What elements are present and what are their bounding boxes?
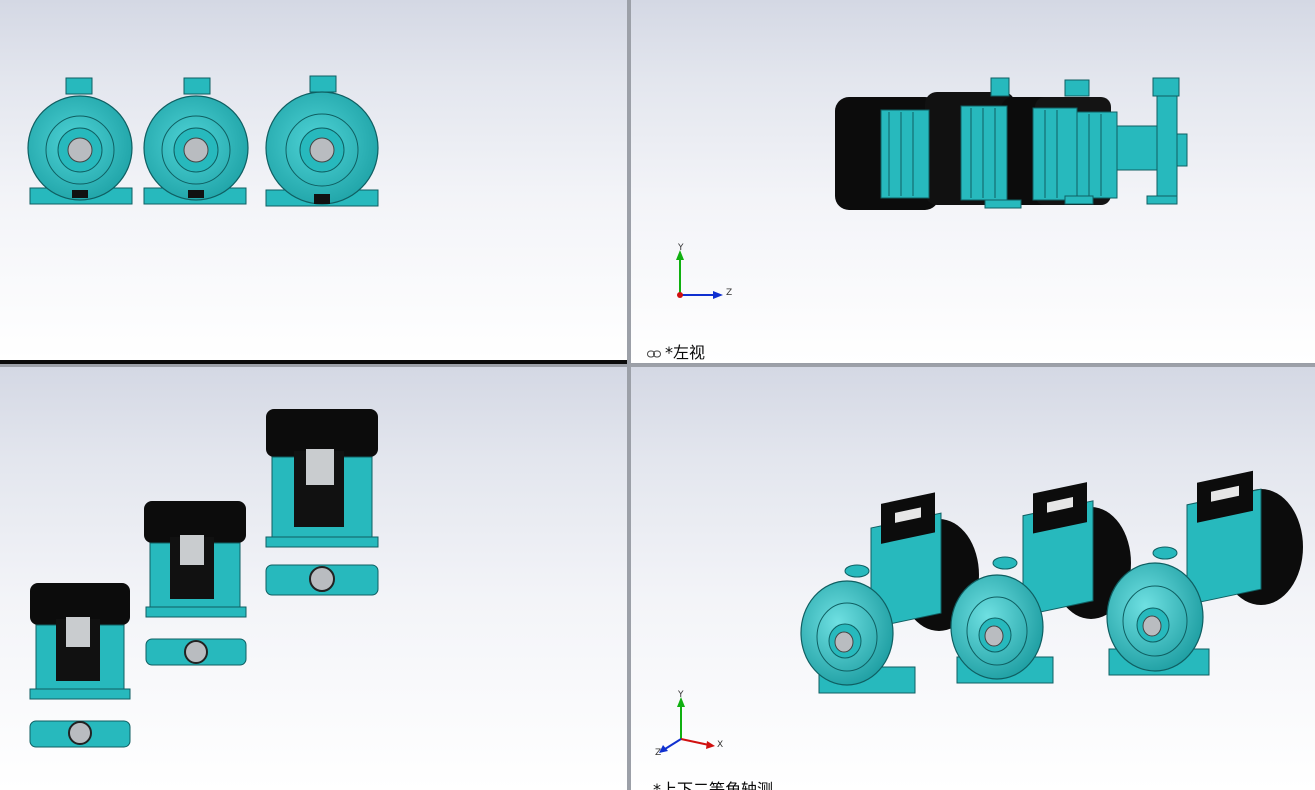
pump-top-3[interactable] — [265, 409, 379, 596]
isometric-view-scene — [800, 470, 1303, 694]
pump-top-1[interactable] — [29, 583, 131, 748]
viewport-isometric[interactable]: Y X Z *上下二等角轴测 — [631, 367, 1315, 790]
pump-iso-1[interactable] — [800, 492, 979, 694]
triad-y-label: Y — [677, 243, 684, 253]
viewport-top[interactable] — [0, 367, 627, 790]
viewport-front[interactable] — [0, 0, 627, 360]
view-name-text: *左视 — [665, 343, 706, 362]
coordinate-triad-icon: Y Z — [676, 243, 732, 299]
view-name-label[interactable]: *左视 — [647, 344, 705, 362]
link-icon — [647, 350, 661, 357]
pump-front-3[interactable] — [265, 75, 379, 207]
front-view-scene — [27, 75, 379, 207]
view-name-text: *上下二等角轴测 — [653, 780, 774, 790]
viewport-divider-vertical[interactable] — [627, 0, 631, 790]
viewport-left[interactable]: Y Z *左视 — [631, 0, 1315, 363]
pump-front-1[interactable] — [27, 77, 133, 205]
pump-front-2[interactable] — [143, 77, 249, 205]
triad-x-label: X — [717, 740, 723, 750]
coordinate-triad-icon: Y X Z — [655, 690, 723, 758]
left-view-scene — [835, 77, 1188, 210]
pump-iso-3[interactable] — [1106, 470, 1303, 676]
top-view-scene — [29, 409, 379, 748]
triad-y-label: Y — [677, 690, 684, 700]
pump-iso-2[interactable] — [950, 482, 1131, 684]
pump-side-stack[interactable] — [835, 77, 1188, 210]
triad-z-label: Z — [655, 748, 661, 758]
triad-z-label: Z — [726, 288, 732, 298]
pump-top-2[interactable] — [144, 501, 247, 666]
view-name-label[interactable]: *上下二等角轴测 — [653, 781, 773, 790]
viewport-divider-horizontal[interactable] — [0, 364, 1315, 367]
